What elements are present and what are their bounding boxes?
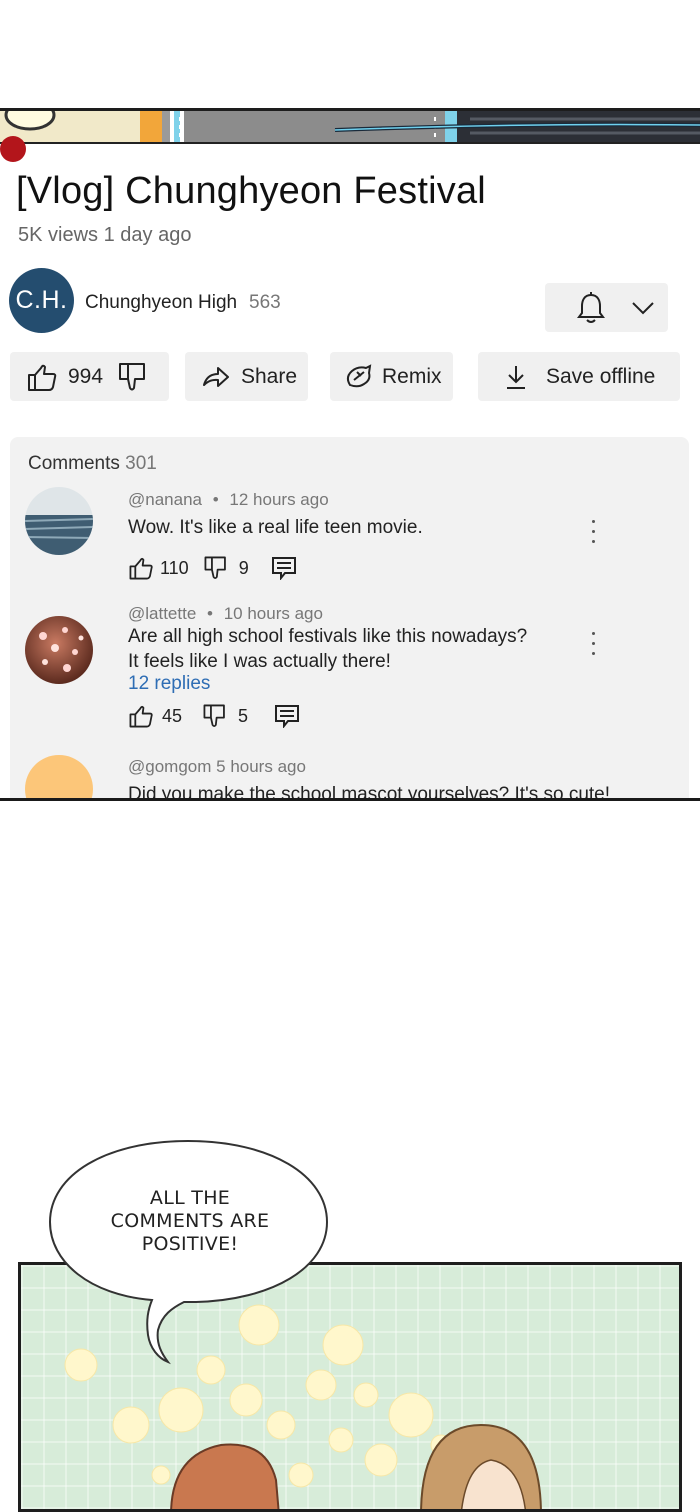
view-replies-link[interactable]: 12 replies	[128, 673, 210, 695]
like-count: 994	[68, 364, 104, 388]
comment-handle-line: @gomgom 5 hours ago	[128, 757, 306, 777]
remix-icon	[346, 363, 372, 387]
channel-name[interactable]: Chunghyeon High	[85, 292, 237, 314]
speech-bubble-text: ALL THE COMMENTS ARE POSITIVE!	[100, 1187, 280, 1256]
commenter-avatar[interactable]	[25, 616, 93, 684]
subscriber-count: 563	[249, 292, 281, 313]
comment-handle-line: @lattette • 10 hours ago	[128, 604, 323, 623]
reply-icon[interactable]	[274, 704, 300, 728]
comments-section: Comments 301 @nanana • 12 hours ago Wow.…	[10, 437, 689, 800]
like-button[interactable]	[128, 703, 154, 729]
speech-line: POSITIVE!	[141, 1233, 239, 1255]
commenter-avatar[interactable]	[25, 487, 93, 555]
like-dislike-group: 994	[10, 352, 169, 401]
speech-line: ALL THE	[149, 1187, 231, 1209]
comment-like-count: 110	[160, 557, 189, 578]
video-title: [Vlog] Chunghyeon Festival	[16, 170, 486, 212]
upload-age: 1 day ago	[103, 224, 192, 246]
comment-time: 12 hours ago	[229, 490, 329, 509]
channel-avatar[interactable]: C.H.	[9, 268, 74, 333]
comment-dislike-count: 5	[238, 705, 249, 726]
panel-border	[0, 798, 700, 801]
share-button[interactable]: Share	[185, 352, 308, 401]
avatar-ocean-image	[25, 487, 93, 555]
comment-like-count: 45	[162, 705, 183, 726]
chevron-down-icon	[632, 302, 654, 315]
dislike-button[interactable]	[203, 555, 229, 581]
comments-label: Comments	[28, 453, 120, 474]
share-arrow-icon	[203, 366, 229, 387]
remix-label: Remix	[382, 364, 442, 388]
subscription-notifications-button[interactable]	[545, 283, 668, 332]
save-offline-button[interactable]: Save offline	[478, 352, 680, 401]
comment-handle[interactable]: @nanana	[128, 490, 202, 509]
remix-button[interactable]: Remix	[330, 352, 453, 401]
reply-icon[interactable]	[271, 556, 297, 580]
speech-line: COMMENTS ARE	[110, 1210, 270, 1232]
channel-initials: C.H.	[15, 286, 68, 314]
comment-actions: 45 5	[128, 703, 300, 729]
like-button[interactable]	[26, 362, 58, 392]
view-count: 5K views	[18, 224, 99, 246]
comment-handle-line: @nanana • 12 hours ago	[128, 490, 329, 509]
commenter-avatar[interactable]	[25, 755, 93, 800]
comment-time: 5 hours ago	[216, 757, 306, 776]
comments-header[interactable]: Comments 301	[28, 453, 157, 475]
comment-text: It feels like I was actually there!	[128, 651, 391, 672]
video-thumbnail-art	[0, 111, 700, 142]
comment-text: Wow. It's like a real life teen movie.	[128, 517, 423, 538]
download-icon	[507, 365, 525, 389]
video-meta: 5K views 1 day ago	[18, 224, 191, 247]
share-label: Share	[241, 364, 298, 388]
dislike-button[interactable]	[202, 703, 228, 729]
comments-count: 301	[125, 453, 157, 474]
comment-handle[interactable]: @gomgom	[128, 757, 211, 776]
more-options-icon[interactable]	[592, 520, 596, 550]
comment-text: Are all high school festivals like this …	[128, 626, 528, 647]
video-player-strip[interactable]	[0, 108, 700, 144]
more-options-icon[interactable]	[592, 632, 596, 662]
comment-handle[interactable]: @lattette	[128, 604, 196, 623]
dislike-button[interactable]	[117, 362, 149, 392]
comment-time: 10 hours ago	[223, 604, 323, 623]
save-offline-label: Save offline	[546, 364, 656, 388]
comment-actions: 110 9	[128, 555, 297, 581]
like-button[interactable]	[128, 555, 154, 581]
comment-dislike-count: 9	[238, 557, 249, 578]
progress-scrubber[interactable]	[0, 136, 26, 162]
avatar-hearts-image	[25, 616, 93, 684]
bell-icon	[577, 292, 605, 323]
